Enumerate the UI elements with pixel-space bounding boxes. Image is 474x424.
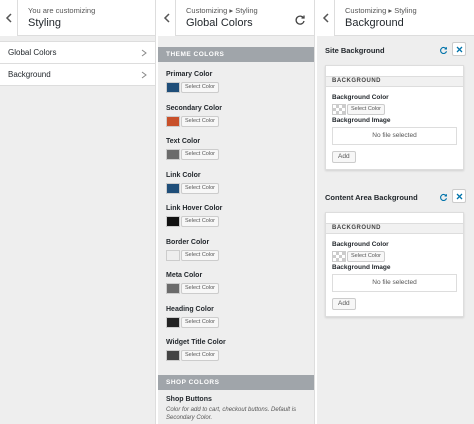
color-label: Border Color xyxy=(166,238,210,246)
color-label: Meta Color xyxy=(166,272,203,279)
select-color-button[interactable]: Select Color xyxy=(181,82,219,93)
color-label: Link Hover Color xyxy=(166,205,223,212)
background-card: BACKGROUND Background Color Select Color… xyxy=(325,65,464,170)
color-control: Secondary Color Select Color xyxy=(166,104,314,138)
select-color-button[interactable]: Select Color xyxy=(181,316,219,328)
no-file-placeholder: No file selected xyxy=(332,274,457,292)
close-icon xyxy=(456,193,462,199)
select-color-button[interactable]: Select Color xyxy=(181,216,219,227)
color-swatch[interactable] xyxy=(166,149,180,160)
color-control: Heading Color Select Color xyxy=(166,305,314,339)
panel-header: Customizing ▸ Styling Global Colors xyxy=(158,0,314,36)
background-card: BACKGROUND Background Color Select Color… xyxy=(325,212,464,317)
control-title: Content Area Background xyxy=(325,193,418,202)
global-colors-panel: Customizing ▸ Styling Global Colors THEM… xyxy=(158,0,315,424)
color-label: Text Color xyxy=(166,138,201,145)
close-button[interactable] xyxy=(452,42,466,56)
theme-colors-heading: THEME COLORS xyxy=(158,47,314,62)
back-button[interactable] xyxy=(0,0,18,36)
close-icon xyxy=(456,46,462,52)
color-label: Secondary Color xyxy=(166,104,223,112)
color-control: Text Color Select Color xyxy=(166,137,314,171)
color-swatch[interactable] xyxy=(166,182,180,194)
chevron-left-icon xyxy=(322,13,329,23)
panel-title: Styling xyxy=(28,17,62,29)
back-button[interactable] xyxy=(317,0,335,36)
color-swatch[interactable] xyxy=(166,283,180,294)
color-control: Link Hover Color Select Color xyxy=(166,204,314,238)
add-image-button[interactable]: Add xyxy=(332,298,356,310)
add-image-button[interactable]: Add xyxy=(332,151,356,163)
chevron-left-icon xyxy=(5,13,12,23)
color-control: Primary Color Select Color xyxy=(166,70,314,104)
control-title: Site Background xyxy=(325,46,385,55)
shop-buttons-description: Color for add to cart, checkout buttons.… xyxy=(166,406,297,421)
menu-item-background[interactable]: Background xyxy=(0,64,155,86)
bg-image-label: Background Image xyxy=(332,264,391,271)
select-color-button[interactable]: Select Color xyxy=(347,251,385,262)
color-label: Widget Title Color xyxy=(166,339,226,346)
color-swatch[interactable] xyxy=(166,115,180,127)
styling-panel: You are customizing Styling Global Color… xyxy=(0,0,156,424)
color-swatch[interactable] xyxy=(166,316,180,328)
panel-title: Global Colors xyxy=(186,17,253,29)
close-button[interactable] xyxy=(452,189,466,203)
refresh-icon[interactable] xyxy=(294,14,306,26)
color-label: Link Color xyxy=(166,171,201,179)
panel-header: You are customizing Styling xyxy=(0,0,155,36)
color-list: Primary Color Select Color Secondary Color… xyxy=(158,62,314,372)
color-swatch[interactable] xyxy=(166,249,180,261)
select-color-button[interactable]: Select Color xyxy=(181,115,219,127)
panel-title: Background xyxy=(345,17,404,29)
menu-item-label: Background xyxy=(8,70,51,79)
shop-buttons-label: Shop Buttons xyxy=(166,395,212,403)
breadcrumb: Customizing ▸ Styling xyxy=(186,6,258,15)
card-heading: BACKGROUND xyxy=(326,76,463,87)
select-color-button[interactable]: Select Color xyxy=(181,283,219,294)
select-color-button[interactable]: Select Color xyxy=(181,350,219,361)
select-color-button[interactable]: Select Color xyxy=(181,149,219,160)
color-swatch[interactable] xyxy=(166,82,180,93)
select-color-button[interactable]: Select Color xyxy=(347,104,385,115)
select-color-button[interactable]: Select Color xyxy=(181,182,219,194)
bg-color-label: Background Color xyxy=(332,241,389,248)
content-area-background-control: Content Area Background xyxy=(317,186,474,208)
transparent-swatch[interactable] xyxy=(332,104,346,115)
color-label: Heading Color xyxy=(166,305,214,313)
color-swatch[interactable] xyxy=(166,216,180,227)
color-control: Border Color Select Color xyxy=(166,238,314,272)
select-color-button[interactable]: Select Color xyxy=(181,249,219,261)
back-button[interactable] xyxy=(158,0,176,36)
shop-colors-heading: SHOP COLORS xyxy=(158,374,314,390)
site-background-control: Site Background xyxy=(317,39,474,61)
menu-item-global-colors[interactable]: Global Colors xyxy=(0,42,155,64)
chevron-left-icon xyxy=(163,13,170,23)
shop-buttons-control: Shop Buttons Color for add to cart, chec… xyxy=(158,390,314,424)
color-control: Link Color Select Color xyxy=(166,171,314,205)
chevron-right-icon xyxy=(141,49,147,57)
background-panel: Customizing ▸ Styling Background Site Ba… xyxy=(317,0,474,424)
bg-color-label: Background Color xyxy=(332,94,389,101)
card-heading: BACKGROUND xyxy=(326,223,463,234)
color-swatch[interactable] xyxy=(166,350,180,361)
panel-header: Customizing ▸ Styling Background xyxy=(317,0,474,36)
breadcrumb: Customizing ▸ Styling xyxy=(345,6,417,15)
transparent-swatch[interactable] xyxy=(332,251,346,262)
color-control: Widget Title Color Select Color xyxy=(166,338,314,372)
reset-icon[interactable] xyxy=(439,193,448,202)
no-file-placeholder: No file selected xyxy=(332,127,457,145)
breadcrumb: You are customizing xyxy=(28,6,96,15)
color-label: Primary Color xyxy=(166,71,213,78)
chevron-right-icon xyxy=(141,71,147,79)
reset-icon[interactable] xyxy=(439,46,448,55)
color-control: Meta Color Select Color xyxy=(166,271,314,305)
bg-image-label: Background Image xyxy=(332,117,391,124)
menu-item-label: Global Colors xyxy=(8,48,57,57)
